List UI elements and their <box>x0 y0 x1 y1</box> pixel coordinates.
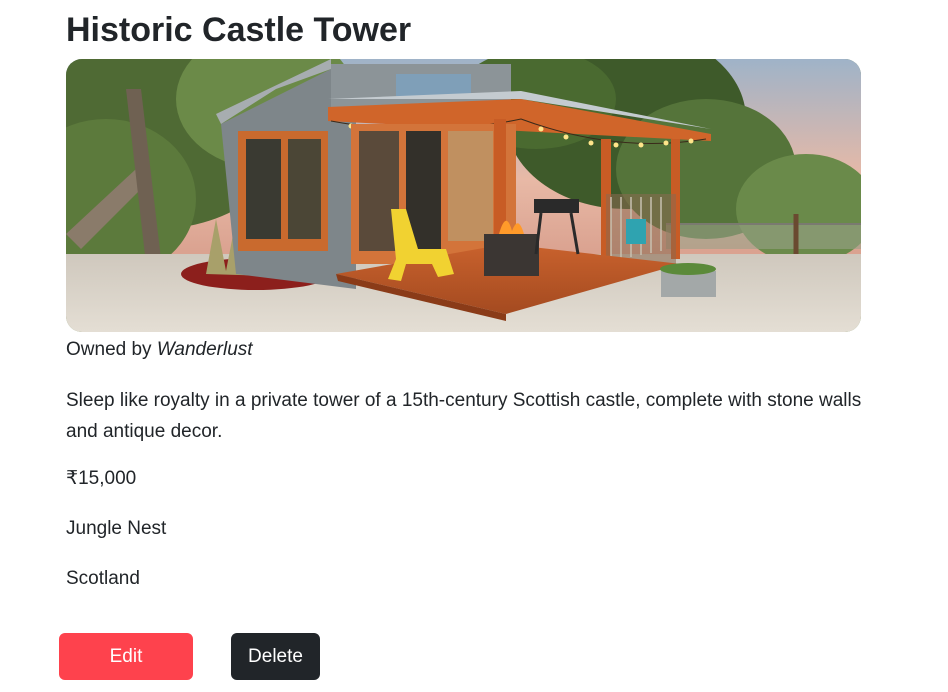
owner-name: Wanderlust <box>156 339 253 360</box>
listing-description: Sleep like royalty in a private tower of… <box>66 390 862 442</box>
owner-line: Owned by Wanderlust <box>66 337 253 363</box>
listing-price: ₹15,000 <box>66 468 137 489</box>
edit-button[interactable]: Edit <box>59 633 193 680</box>
listing-title: Historic Castle Tower <box>66 11 412 49</box>
owner-prefix: Owned by <box>66 339 157 360</box>
listing-category: Jungle Nest <box>66 518 167 539</box>
delete-button[interactable]: Delete <box>231 633 320 680</box>
listing-image <box>66 59 861 332</box>
listing-image-graphic <box>66 59 861 332</box>
listing-country: Scotland <box>66 568 140 589</box>
